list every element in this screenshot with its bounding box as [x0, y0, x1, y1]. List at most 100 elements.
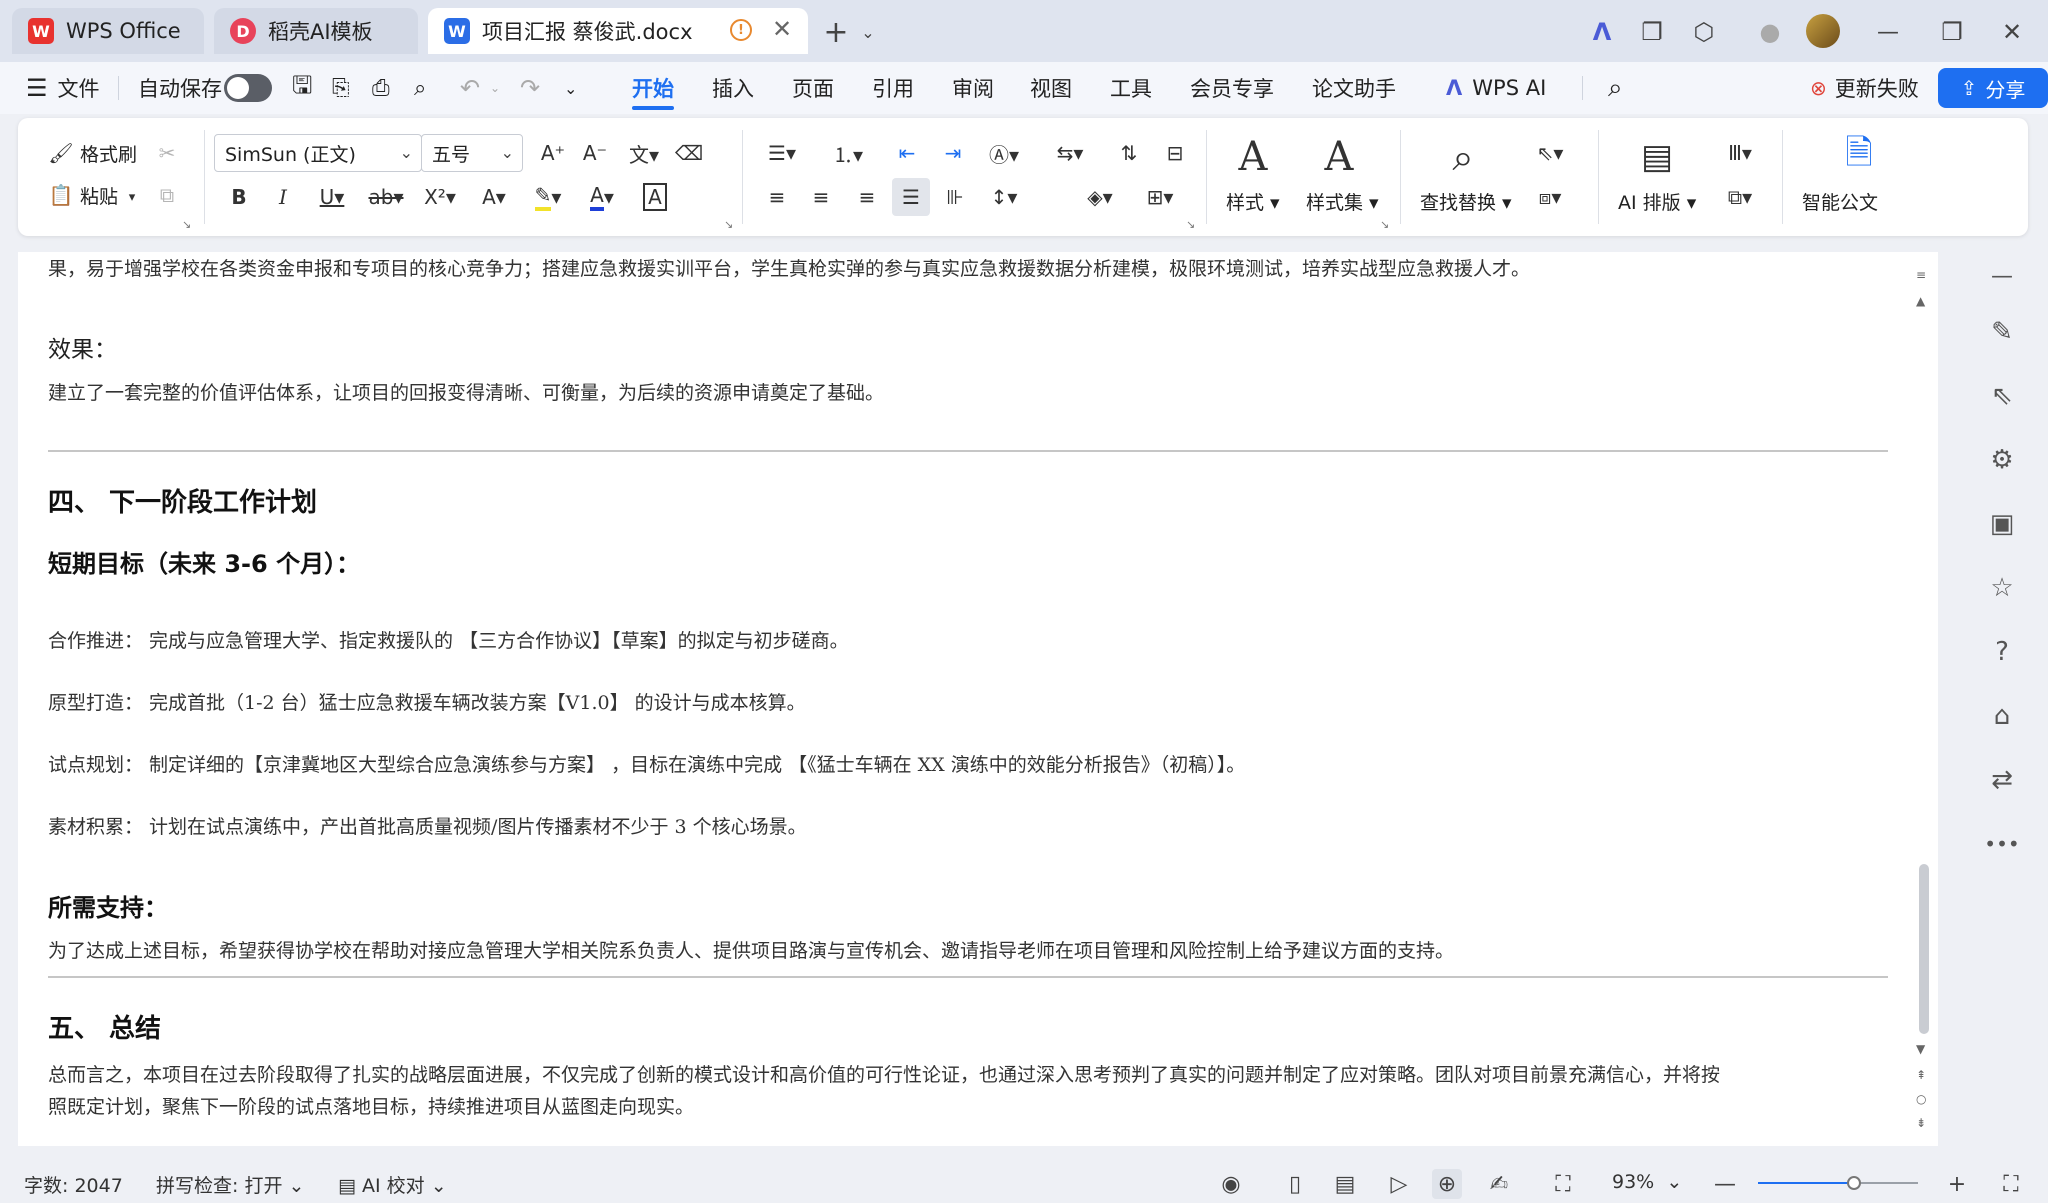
zoom-level-select[interactable]: 93% ⌄ — [1612, 1171, 1682, 1193]
styles-launcher-icon[interactable]: ↘ — [1380, 218, 1389, 231]
write-mode-icon[interactable]: ✍ — [1484, 1169, 1514, 1199]
align-left-icon[interactable]: ≡ — [760, 180, 794, 214]
export-pdf-icon[interactable]: ⎘ — [332, 62, 350, 114]
zoom-out-icon[interactable]: — — [1710, 1169, 1740, 1199]
tab-thesis-assistant[interactable]: 论文助手 — [1312, 62, 1396, 114]
new-tab-plus-icon[interactable]: + — [818, 14, 854, 50]
phonetic-guide-icon[interactable]: 文▾ — [622, 136, 666, 170]
page-view-icon[interactable]: ▯ — [1280, 1169, 1310, 1199]
file-menu[interactable]: ☰ 文件 — [26, 62, 100, 114]
collapse-sidebar-icon[interactable]: — — [1982, 256, 2022, 296]
borders-button[interactable]: ⊞▾ — [1138, 180, 1182, 214]
increase-indent-icon[interactable]: ⇥ — [936, 136, 970, 170]
tab-page[interactable]: 页面 — [792, 62, 834, 114]
restore-window-icon[interactable]: ❐ — [1934, 14, 1970, 50]
style-set-button[interactable]: 样式集 ▾ — [1306, 188, 1379, 215]
share-button[interactable]: ⇪ 分享 — [1938, 68, 2048, 108]
window-tile-icon[interactable]: ❐ — [1634, 14, 1670, 50]
vertical-scrollbar[interactable]: ≡ ▲ ▼ ⇞ ○ ⇟ — [1906, 252, 1938, 1146]
avatar[interactable] — [1806, 14, 1840, 48]
read-mode-play-icon[interactable]: ▷ — [1384, 1169, 1414, 1199]
next-page-icon[interactable]: ⇟ — [1916, 1116, 1926, 1130]
zoom-slider[interactable] — [1758, 1176, 1918, 1190]
ai-layout-button[interactable]: AI 排版 ▾ — [1618, 188, 1696, 215]
text-direction-button[interactable]: ⇆▾ — [1048, 136, 1092, 170]
edit-pen-icon[interactable]: ✎ — [1982, 312, 2022, 352]
tab-wps-ai[interactable]: Λ WPS AI — [1446, 62, 1546, 114]
zoom-in-icon[interactable]: + — [1942, 1169, 1972, 1199]
sort-icon[interactable]: ⇅ — [1112, 136, 1146, 170]
fullscreen-icon[interactable]: ⛶ — [1996, 1169, 2026, 1199]
paste-button[interactable]: 粘贴 — [80, 182, 118, 209]
font-size-select[interactable]: 五号 ⌄ — [421, 134, 523, 172]
more-quick-access-icon[interactable]: ⌄ — [564, 62, 577, 114]
tab-tools[interactable]: 工具 — [1110, 62, 1152, 114]
fit-page-icon[interactable]: ⛶ — [1548, 1169, 1578, 1199]
previous-page-icon[interactable]: ⇞ — [1916, 1068, 1926, 1082]
copy-icon[interactable]: ⧉ — [152, 180, 182, 210]
tab-member[interactable]: 会员专享 — [1190, 62, 1274, 114]
justify-icon[interactable]: ☰ — [892, 178, 930, 216]
spell-check-toggle[interactable]: 拼写检查: 打开 ⌄ — [156, 1171, 304, 1198]
scroll-split-icon[interactable]: ≡ — [1916, 268, 1926, 282]
character-border-icon[interactable]: A — [638, 180, 672, 214]
decrease-indent-icon[interactable]: ⇤ — [890, 136, 924, 170]
select-button[interactable]: ⇖▾ — [1528, 136, 1572, 170]
bold-button[interactable]: B — [224, 180, 254, 214]
tab-document[interactable]: W 项目汇报 蔡俊武.docx ! ✕ — [428, 8, 808, 54]
undo-dropdown-icon[interactable]: ⌄ — [490, 62, 500, 114]
line-spacing-button[interactable]: ↕▾ — [982, 180, 1026, 214]
paragraph-format-button[interactable]: Ⅲ▾ — [1718, 136, 1762, 170]
numbered-list-button[interactable]: ⒈▾ — [826, 136, 870, 170]
tab-review[interactable]: 审阅 — [952, 62, 994, 114]
redo-icon[interactable]: ↷ — [520, 62, 540, 114]
strikethrough-button[interactable]: ab▾ — [364, 180, 408, 214]
text-effect-button[interactable]: A▾ — [472, 180, 516, 214]
clipboard-launcher-icon[interactable]: ↘ — [182, 218, 191, 231]
scroll-down-arrow-icon[interactable]: ▼ — [1916, 1042, 1925, 1056]
search-icon[interactable]: ⌕ — [1608, 62, 1623, 114]
scroll-up-arrow-icon[interactable]: ▲ — [1916, 294, 1925, 308]
tab-insert[interactable]: 插入 — [712, 62, 754, 114]
cube-icon[interactable]: ⬡ — [1686, 14, 1722, 50]
cursor-select-icon[interactable]: ⇖ — [1982, 376, 2022, 416]
superscript-button[interactable]: X²▾ — [418, 180, 462, 214]
undo-icon[interactable]: ↶ — [460, 62, 480, 114]
align-right-icon[interactable]: ≡ — [850, 180, 884, 214]
styles-button[interactable]: 样式 ▾ — [1226, 188, 1280, 215]
format-painter-button[interactable]: 格式刷 — [80, 140, 137, 167]
shrink-font-icon[interactable]: A⁻ — [578, 136, 612, 170]
chinese-layout-button[interactable]: Ⓐ▾ — [982, 136, 1026, 170]
close-window-icon[interactable]: ✕ — [1994, 14, 2030, 50]
save-icon[interactable]: 🖫 — [292, 62, 312, 114]
highlight-color-button[interactable]: ✎ ▾ — [526, 180, 570, 214]
grow-font-icon[interactable]: A⁺ — [536, 136, 570, 170]
font-name-select[interactable]: SimSun (正文) ⌄ — [214, 134, 422, 172]
clear-format-icon[interactable]: ⌫ — [672, 136, 706, 170]
minimize-window-icon[interactable]: — — [1870, 14, 1906, 50]
update-failed-button[interactable]: ⊗ 更新失败 — [1810, 62, 1919, 114]
adjust-sliders-icon[interactable]: ⚙ — [1982, 440, 2022, 480]
cloud-sync-icon[interactable]: ● — [1752, 14, 1788, 50]
text-box-button[interactable]: ⧈▾ — [1528, 180, 1572, 214]
tab-list-chevron-icon[interactable]: ⌄ — [850, 14, 886, 50]
word-count[interactable]: 字数: 2047 — [24, 1171, 123, 1198]
more-options-icon[interactable]: ••• — [1982, 824, 2022, 864]
tab-home[interactable]: 开始 — [632, 62, 674, 114]
tab-wps-office[interactable]: W WPS Office — [12, 8, 204, 54]
arrange-button[interactable]: ⧉▾ — [1718, 180, 1762, 214]
scroll-thumb[interactable] — [1919, 864, 1929, 1034]
web-layout-icon[interactable]: ⊕ — [1432, 1169, 1462, 1199]
ai-proofread-button[interactable]: ▤ AI 校对 ⌄ — [338, 1171, 447, 1198]
distribute-icon[interactable]: ⊪ — [938, 180, 972, 214]
tab-references[interactable]: 引用 — [872, 62, 914, 114]
italic-button[interactable]: I — [268, 180, 298, 214]
print-preview-icon[interactable]: ⌕ — [414, 62, 426, 114]
print-icon[interactable]: ⎙ — [372, 62, 390, 114]
zoom-slider-knob[interactable] — [1847, 1176, 1861, 1190]
wps-ai-icon[interactable]: Λ — [1584, 14, 1620, 50]
shading-button[interactable]: ◈▾ — [1078, 180, 1122, 214]
autosave-toggle[interactable] — [224, 74, 272, 102]
font-color-button[interactable]: A ▾ — [580, 180, 624, 214]
star-favorite-icon[interactable]: ☆ — [1982, 568, 2022, 608]
